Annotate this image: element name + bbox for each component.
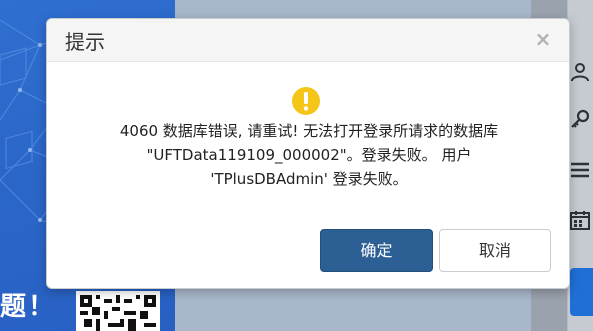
alert-dialog: 提示 × 4060 数据库错误, 请重试! 无法打开登录所请求的数据库 "UFT… — [46, 18, 570, 289]
warning-icon — [291, 86, 321, 116]
message-line: 'TPlusDBAdmin' 登录失败。 — [210, 170, 408, 188]
user-icon[interactable] — [568, 60, 592, 84]
key-icon[interactable] — [568, 108, 592, 132]
dialog-header: 提示 × — [47, 19, 569, 62]
message-line: "UFTData119109_000002"。登录失败。 用户 — [146, 146, 472, 164]
message-line: 4060 数据库错误, 请重试! 无法打开登录所请求的数据库 — [119, 122, 499, 140]
menu-icon[interactable] — [568, 158, 592, 182]
background-slogan: 题！ — [0, 292, 57, 322]
calendar-icon[interactable] — [568, 208, 592, 232]
dialog-title: 提示 — [65, 30, 105, 54]
cancel-button[interactable]: 取消 — [439, 229, 551, 272]
qr-code-image — [76, 291, 160, 331]
error-message: 4060 数据库错误, 请重试! 无法打开登录所请求的数据库 "UFTData1… — [67, 119, 551, 191]
side-action-button[interactable] — [570, 268, 593, 316]
confirm-button[interactable]: 确定 — [320, 229, 433, 272]
close-button[interactable]: × — [533, 28, 553, 50]
